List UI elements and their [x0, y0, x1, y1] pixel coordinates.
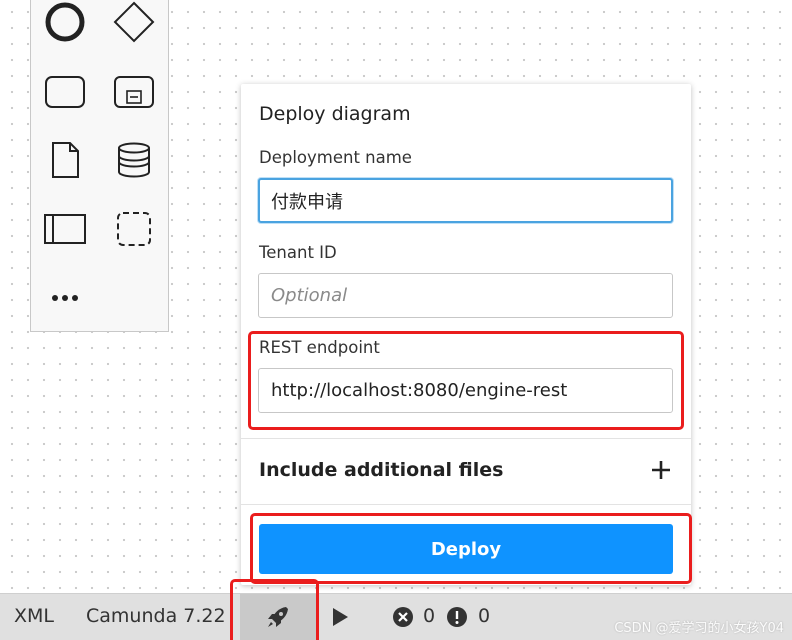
group-icon[interactable]: [110, 205, 158, 253]
play-icon[interactable]: [326, 603, 354, 631]
data-object-icon[interactable]: [41, 136, 89, 184]
xml-tab[interactable]: XML: [14, 605, 54, 627]
tenant-id-label: Tenant ID: [259, 243, 337, 262]
watermark: CSDN @爱学习的小女孩Y04: [614, 621, 784, 636]
error-count: 0: [423, 605, 436, 627]
data-store-icon[interactable]: [110, 136, 158, 184]
subprocess-icon[interactable]: [110, 68, 158, 116]
overlay-divider-2: [241, 504, 691, 505]
engine-selector[interactable]: Camunda 7.22: [86, 605, 226, 627]
include-files-label[interactable]: Include additional files: [259, 459, 503, 481]
rest-endpoint-highlight: [248, 331, 684, 430]
error-icon[interactable]: [392, 606, 414, 628]
start-event-icon[interactable]: [41, 0, 89, 46]
deploy-button-highlight: [250, 513, 692, 584]
deployment-name-label: Deployment name: [259, 148, 412, 167]
gateway-icon[interactable]: [110, 0, 158, 46]
rocket-button-highlight: [230, 579, 319, 640]
warning-icon[interactable]: [446, 606, 468, 628]
overlay-divider: [241, 438, 691, 439]
status-bar: XML Camunda 7.22 0 0 CSDN @爱学习的小女孩Y04: [0, 593, 792, 640]
overlay-title: Deploy diagram: [259, 103, 411, 125]
tool-palette: [30, 0, 169, 332]
task-icon[interactable]: [41, 68, 89, 116]
deployment-name-input[interactable]: [258, 178, 673, 223]
pool-icon[interactable]: [41, 205, 89, 253]
more-icon[interactable]: [41, 274, 89, 322]
tenant-id-input[interactable]: [258, 273, 673, 318]
plus-icon[interactable]: [649, 458, 673, 482]
warning-count: 0: [478, 605, 491, 627]
